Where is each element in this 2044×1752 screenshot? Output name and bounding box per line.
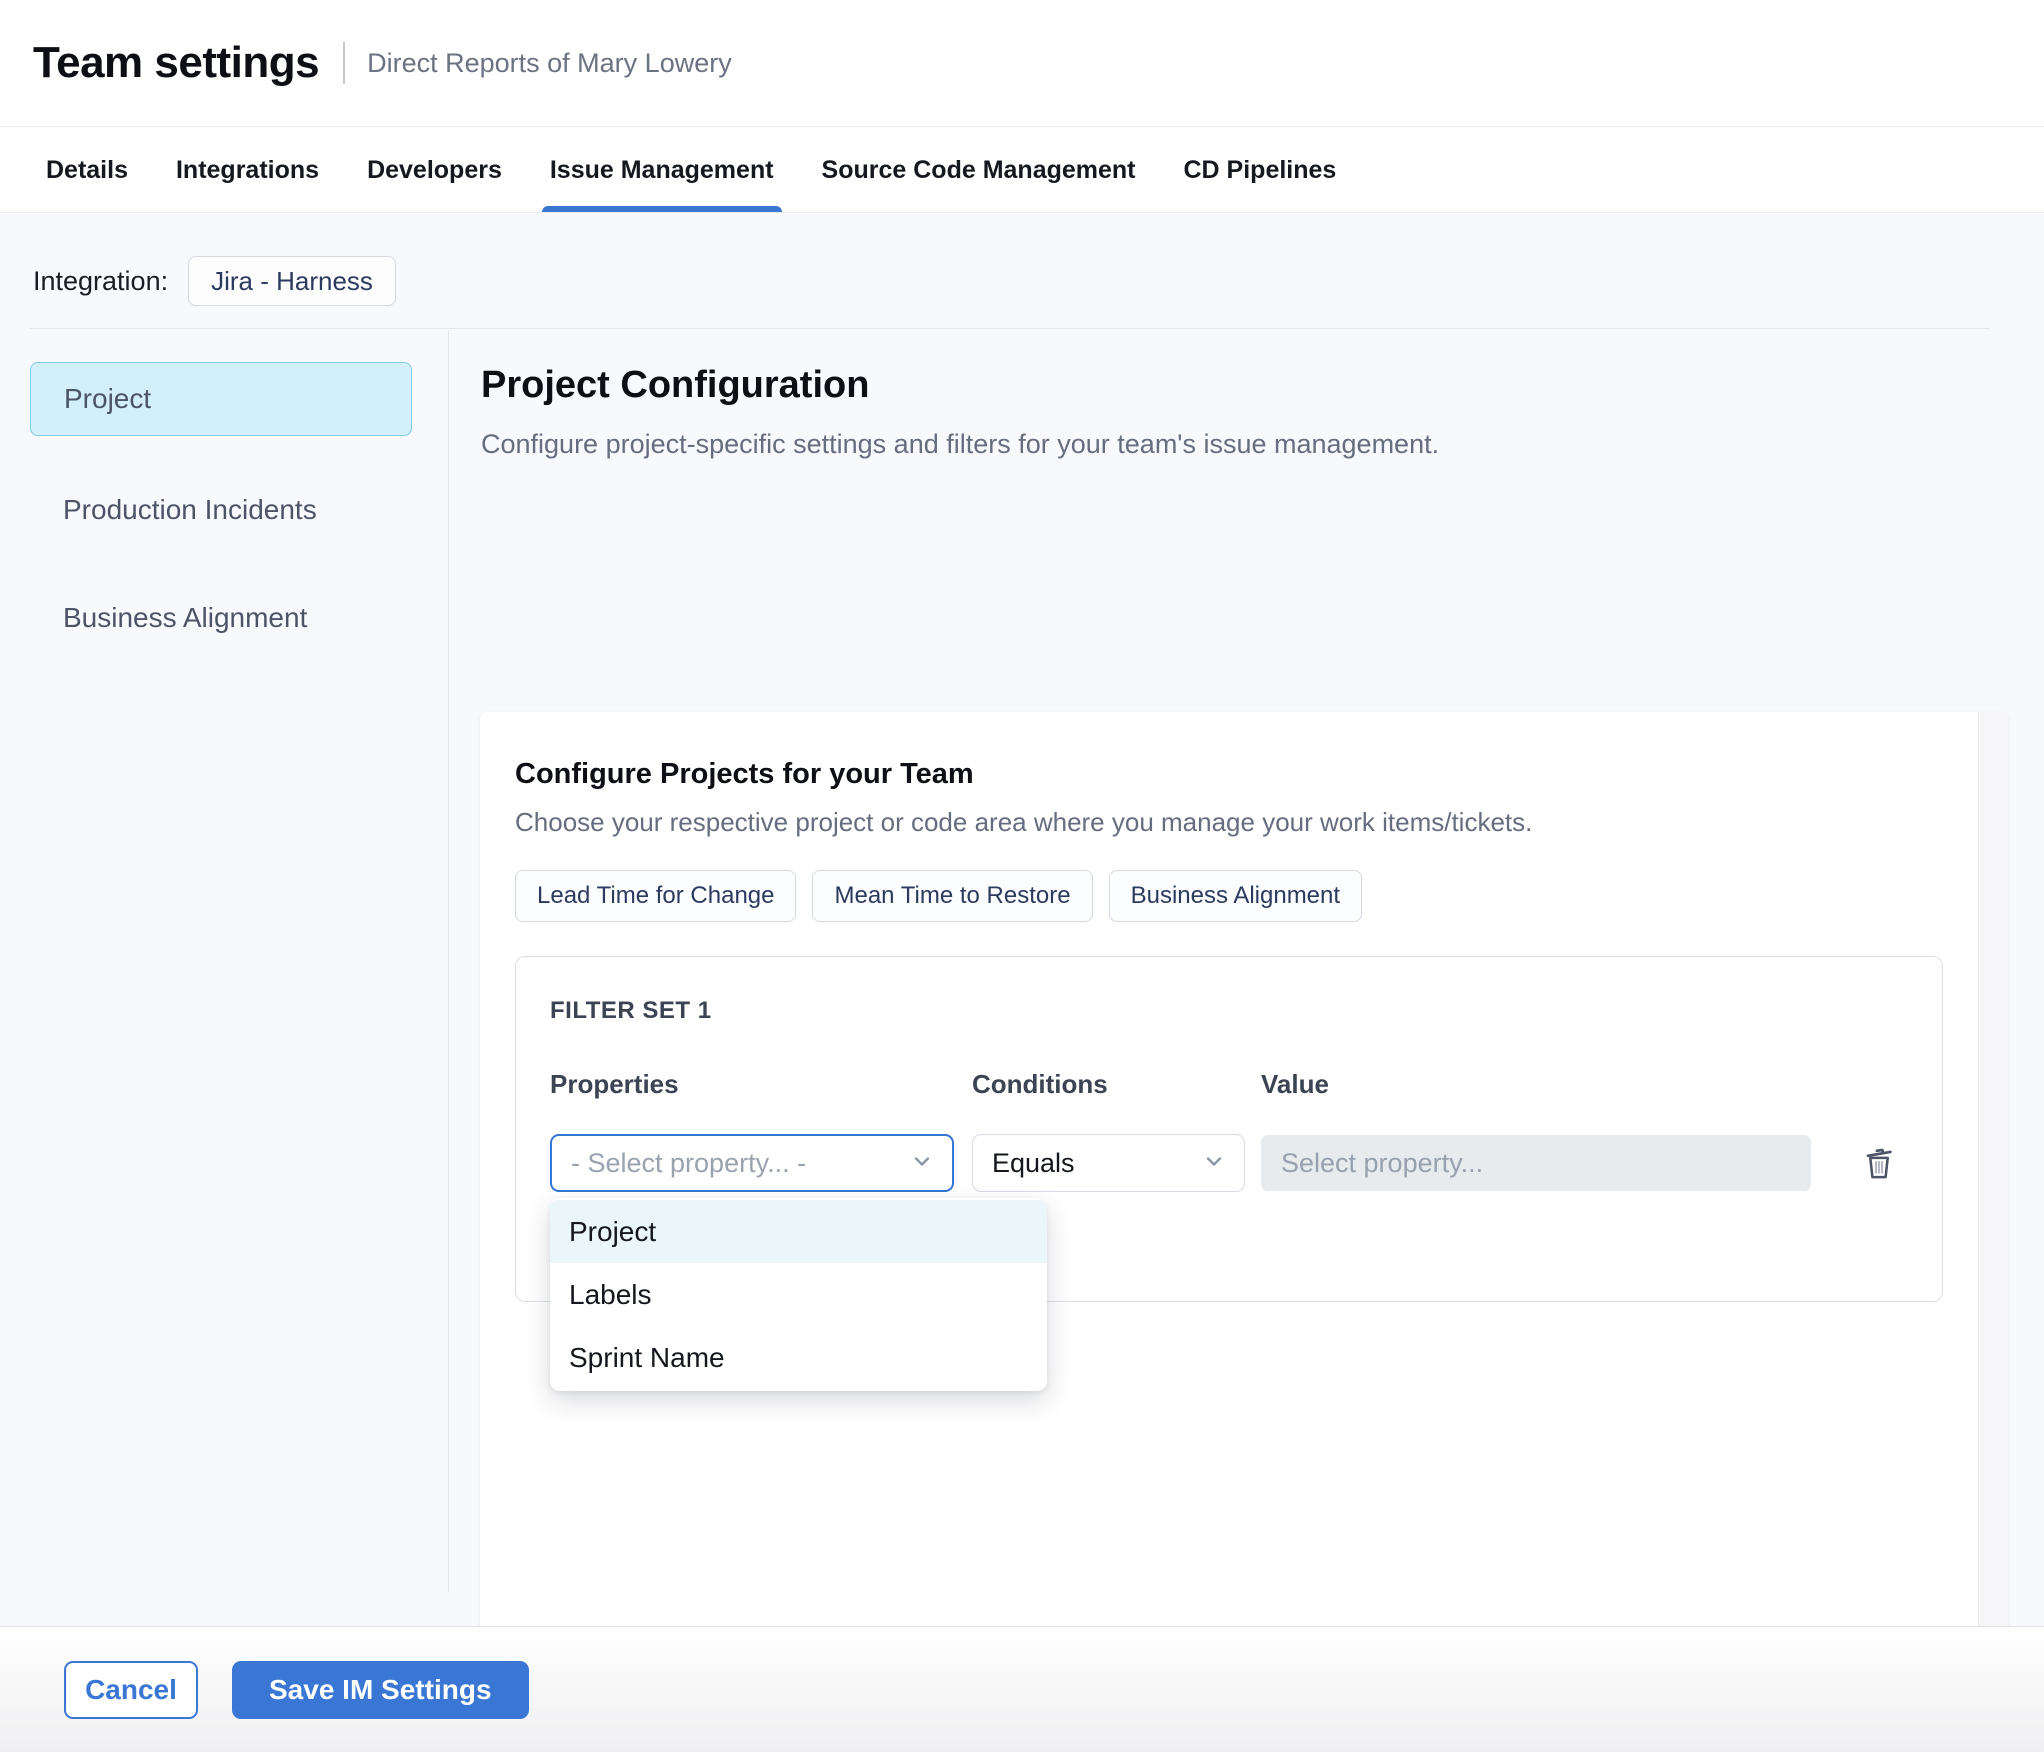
value-column-label: Value [1261, 1069, 1329, 1099]
card-title: Configure Projects for your Team [515, 758, 974, 790]
tab-bar: Details Integrations Developers Issue Ma… [0, 128, 2044, 213]
chip-lead-time-for-change[interactable]: Lead Time for Change [515, 870, 797, 922]
card-scrollbar-track[interactable] [1978, 712, 2008, 1752]
tab-issue-management[interactable]: Issue Management [541, 128, 782, 212]
title-divider [343, 42, 346, 84]
page-title: Team settings [33, 38, 320, 87]
condition-select[interactable]: Equals [972, 1134, 1245, 1192]
filter-column-labels: Properties Conditions Value [550, 1069, 1942, 1100]
value-input[interactable] [1261, 1135, 1811, 1191]
filter-row: - Select property... - Equals [550, 1134, 1942, 1192]
main-panel: Project Configuration Configure project-… [449, 330, 2044, 1752]
filter-set-card: FILTER SET 1 Properties Conditions Value… [515, 956, 1943, 1391]
chevron-down-icon [910, 1149, 934, 1178]
condition-select-value: Equals [992, 1147, 1075, 1178]
metric-chips: Lead Time for Change Mean Time to Restor… [515, 870, 2008, 922]
tab-details[interactable]: Details [46, 128, 128, 212]
dropdown-option-sprint-name[interactable]: Sprint Name [550, 1326, 1047, 1389]
section-divider [30, 328, 1990, 329]
chip-mean-time-to-restore[interactable]: Mean Time to Restore [812, 870, 1093, 922]
integration-badge[interactable]: Jira - Harness [188, 256, 396, 306]
tab-developers[interactable]: Developers [367, 128, 502, 212]
cancel-button[interactable]: Cancel [64, 1660, 198, 1719]
filter-set-title: FILTER SET 1 [550, 997, 712, 1024]
tab-integrations[interactable]: Integrations [176, 128, 319, 212]
sidebar-item-project[interactable]: Project [30, 362, 412, 436]
section-title: Project Configuration [481, 364, 870, 406]
dropdown-option-labels[interactable]: Labels [550, 1263, 1047, 1326]
tab-source-code-management[interactable]: Source Code Management [822, 128, 1136, 212]
page-subtitle: Direct Reports of Mary Lowery [367, 47, 732, 78]
tab-cd-pipelines[interactable]: CD Pipelines [1184, 128, 1337, 212]
chip-business-alignment[interactable]: Business Alignment [1108, 870, 1363, 922]
card-subtitle: Choose your respective project or code a… [515, 807, 1533, 837]
configure-projects-card: Configure Projects for your Team Choose … [480, 712, 2008, 1752]
delete-filter-button[interactable] [1857, 1139, 1901, 1187]
property-dropdown-menu: Project Labels Sprint Name [550, 1198, 1047, 1391]
page-header: Team settings Direct Reports of Mary Low… [0, 0, 2044, 127]
dropdown-option-project[interactable]: Project [550, 1200, 1047, 1263]
sidebar-item-business-alignment[interactable]: Business Alignment [30, 602, 307, 634]
integration-row: Integration: Jira - Harness [33, 256, 396, 306]
sidebar-item-production-incidents[interactable]: Production Incidents [30, 494, 317, 526]
team-settings-page: Team settings Direct Reports of Mary Low… [0, 0, 2044, 1752]
integration-label: Integration: [33, 265, 169, 296]
conditions-column-label: Conditions [972, 1069, 1108, 1099]
section-subtitle: Configure project-specific settings and … [481, 429, 1440, 459]
footer-bar: Cancel Save IM Settings [0, 1626, 2044, 1752]
content-area: Integration: Jira - Harness Project Prod… [0, 214, 2044, 1752]
chevron-down-icon [1202, 1149, 1226, 1178]
properties-column-label: Properties [550, 1069, 679, 1099]
trash-icon [1861, 1148, 1897, 1186]
property-select-placeholder: - Select property... - [571, 1147, 807, 1178]
save-im-settings-button[interactable]: Save IM Settings [232, 1660, 529, 1719]
property-select[interactable]: - Select property... - [550, 1134, 954, 1192]
